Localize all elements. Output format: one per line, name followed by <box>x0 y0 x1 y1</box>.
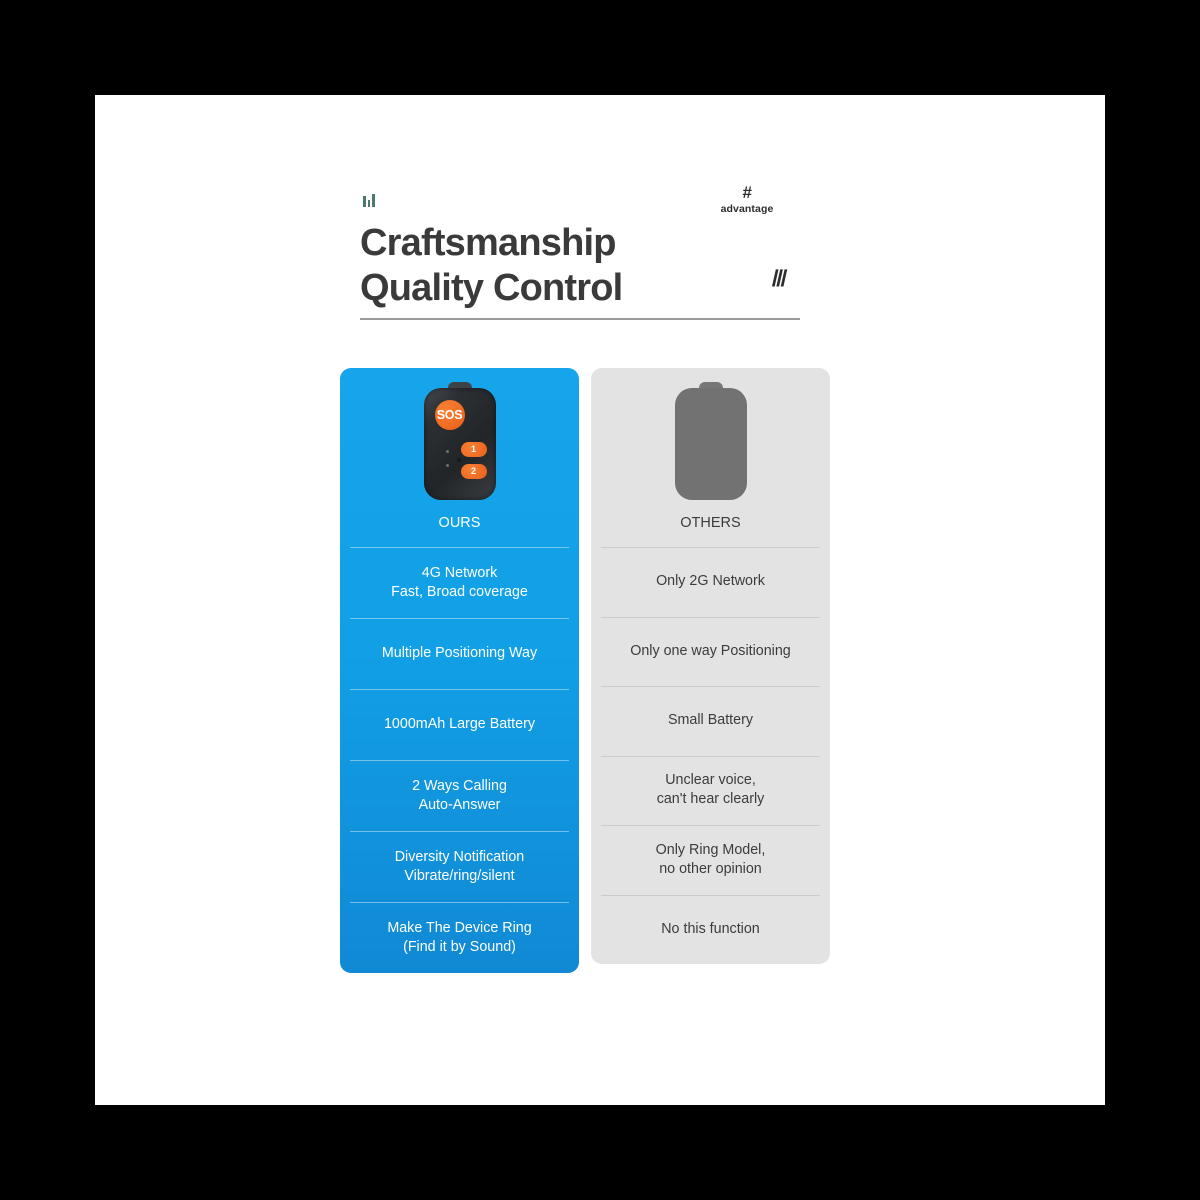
list-item: Make The Device Ring (Find it by Sound) <box>340 902 579 973</box>
others-card: OTHERS Only 2G Network Only one way Posi… <box>591 368 830 964</box>
ours-card: SOS 1 2 OURS 4G Network Fast, Broad cove… <box>340 368 579 973</box>
device-led-1 <box>445 449 449 453</box>
comparison-table: SOS 1 2 OURS 4G Network Fast, Broad cove… <box>340 368 830 973</box>
sos-button-icon: SOS <box>434 399 465 430</box>
list-item: 2 Ways Calling Auto-Answer <box>340 760 579 831</box>
generic-device-silhouette-icon <box>674 381 747 500</box>
device-body <box>674 387 747 500</box>
header: # advantage Craftsmanship Quality Contro… <box>360 183 805 330</box>
list-item: Unclear voice, can't hear clearly <box>591 755 830 826</box>
list-item: 4G Network Fast, Broad coverage <box>340 547 579 618</box>
slashes-icon: /// <box>771 265 786 291</box>
list-item: 1000mAh Large Battery <box>340 689 579 760</box>
others-column-label: OTHERS <box>680 515 741 531</box>
page-title: Craftsmanship Quality Control <box>360 222 623 309</box>
ours-column-label: OURS <box>438 515 481 531</box>
list-item: Diversity Notification Vibrate/ring/sile… <box>340 831 579 902</box>
advantage-tag: # advantage <box>692 183 802 216</box>
list-item: Only 2G Network <box>591 547 830 617</box>
list-item: No this function <box>591 894 830 965</box>
list-item: Multiple Positioning Way <box>340 618 579 689</box>
others-device-image <box>591 368 830 513</box>
device-button-1-icon: 1 <box>460 441 487 457</box>
gps-tracker-device-icon: SOS 1 2 <box>423 381 496 500</box>
device-microphone <box>456 457 461 462</box>
others-feature-list: Only 2G Network Only one way Positioning… <box>591 547 830 964</box>
ours-device-image: SOS 1 2 <box>340 368 579 513</box>
device-led-2 <box>445 463 449 467</box>
advantage-label: advantage <box>720 203 774 215</box>
device-button-2-icon: 2 <box>460 463 487 479</box>
list-item: Only one way Positioning <box>591 616 830 687</box>
three-bars-icon <box>363 193 375 207</box>
hash-icon: # <box>742 183 752 202</box>
poster-canvas: # advantage Craftsmanship Quality Contro… <box>95 95 1105 1105</box>
ours-feature-list: 4G Network Fast, Broad coverage Multiple… <box>340 547 579 973</box>
title-underline <box>360 318 800 320</box>
list-item: Only Ring Model, no other opinion <box>591 825 830 895</box>
list-item: Small Battery <box>591 686 830 756</box>
